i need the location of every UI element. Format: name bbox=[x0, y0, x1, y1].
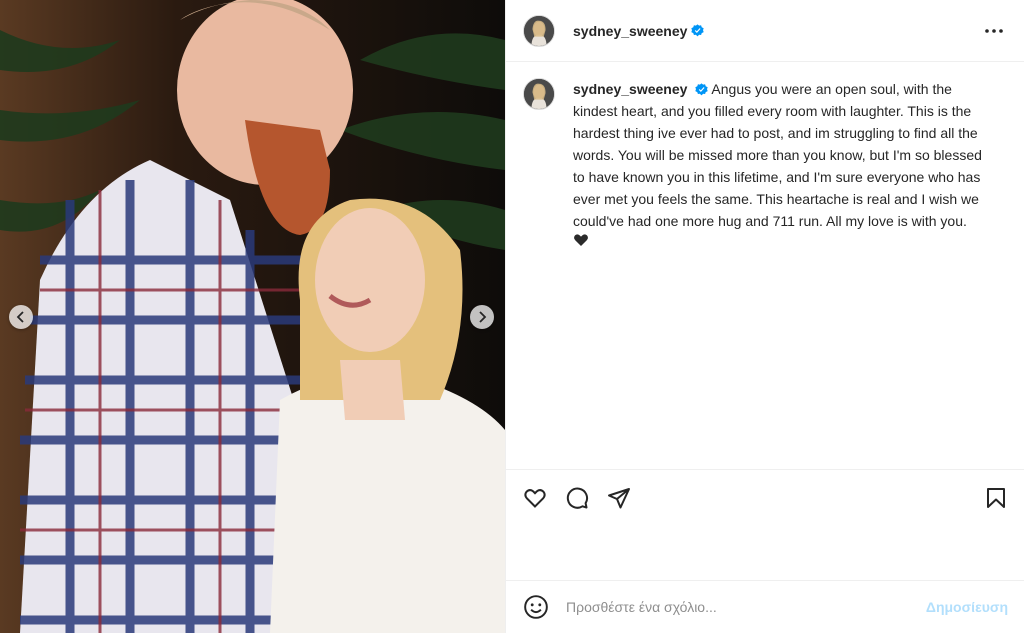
caption-username[interactable]: sydney_sweeney bbox=[573, 81, 687, 97]
share-button[interactable] bbox=[607, 486, 631, 510]
verified-badge-icon bbox=[695, 83, 708, 96]
chevron-right-icon bbox=[479, 311, 487, 323]
like-button[interactable] bbox=[523, 486, 547, 510]
caption-area: sydney_sweeney Angus you were an open so… bbox=[506, 62, 1024, 469]
comment-bar: Δημοσίευση bbox=[506, 580, 1024, 633]
like-heart-icon bbox=[524, 488, 546, 508]
chevron-left-icon bbox=[16, 311, 24, 323]
share-icon bbox=[608, 487, 630, 508]
post-photo bbox=[0, 0, 505, 633]
caption-avatar[interactable] bbox=[523, 78, 555, 110]
post-comment-button[interactable]: Δημοσίευση bbox=[926, 599, 1008, 615]
carousel-prev-button[interactable] bbox=[9, 305, 33, 329]
avatar-image bbox=[524, 15, 554, 46]
verified-badge-icon bbox=[691, 24, 705, 37]
carousel-next-button[interactable] bbox=[470, 305, 494, 329]
caption-text: sydney_sweeney Angus you were an open so… bbox=[573, 78, 991, 248]
caption-body: Angus you were an open soul, with the ki… bbox=[573, 81, 986, 229]
save-bookmark-icon bbox=[987, 487, 1005, 508]
more-options-icon bbox=[985, 28, 1003, 33]
more-options-button[interactable] bbox=[982, 19, 1006, 43]
likes-spacer bbox=[506, 525, 1024, 580]
post-actions bbox=[506, 469, 1024, 525]
emoji-button[interactable] bbox=[523, 594, 549, 620]
post-media[interactable] bbox=[0, 0, 505, 633]
emoji-smiley-icon bbox=[524, 595, 548, 619]
comment-button[interactable] bbox=[565, 486, 589, 510]
caption: sydney_sweeney Angus you were an open so… bbox=[523, 78, 1008, 248]
instagram-post: sydney_sweeney sydney_sweeney Angus you … bbox=[0, 0, 1024, 633]
comment-icon bbox=[566, 487, 589, 509]
post-side-panel: sydney_sweeney sydney_sweeney Angus you … bbox=[505, 0, 1024, 633]
post-header: sydney_sweeney bbox=[506, 0, 1024, 62]
avatar-image bbox=[524, 79, 554, 109]
header-username[interactable]: sydney_sweeney bbox=[573, 23, 687, 39]
avatar[interactable] bbox=[523, 14, 555, 47]
save-button[interactable] bbox=[984, 486, 1008, 510]
black-heart-icon bbox=[574, 234, 588, 246]
comment-input[interactable] bbox=[564, 598, 926, 616]
